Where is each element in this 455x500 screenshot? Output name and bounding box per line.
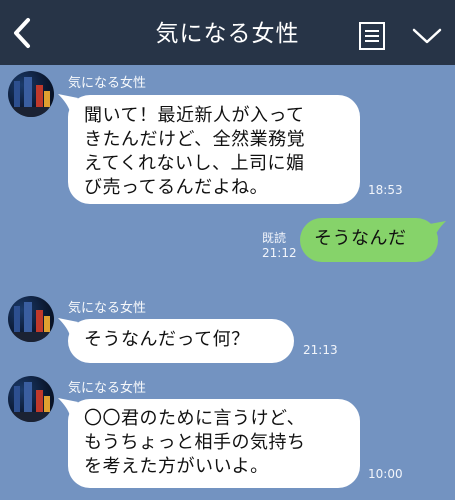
message-time: 21:12 bbox=[262, 246, 297, 260]
menu-button[interactable] bbox=[358, 21, 386, 51]
chat-header: 気になる女性 bbox=[0, 0, 455, 65]
message-text: 聞いて！最近新人が入って きたんだけど、全然業務覚 えてくれないし、上司に媚 び… bbox=[84, 105, 306, 198]
message-bubble[interactable]: 〇〇君のために言うけど、 もうちょっと相手の気持ち を考えた方がいいよ。 bbox=[68, 399, 360, 488]
message-bubble[interactable]: そうなんだ bbox=[300, 218, 438, 262]
sender-name: 気になる女性 bbox=[68, 381, 147, 396]
menu-icon bbox=[359, 22, 385, 50]
more-button[interactable] bbox=[410, 25, 444, 47]
message-bubble[interactable]: そうなんだって何？ bbox=[68, 319, 294, 363]
avatar[interactable] bbox=[8, 376, 54, 422]
message-bubble[interactable]: 聞いて！最近新人が入って きたんだけど、全然業務覚 えてくれないし、上司に媚 び… bbox=[68, 95, 360, 204]
message-time: 21:13 bbox=[303, 343, 338, 357]
message-text: そうなんだって何？ bbox=[84, 329, 250, 350]
message-time: 10:00 bbox=[368, 467, 403, 481]
avatar[interactable] bbox=[8, 296, 54, 342]
message-text: そうなんだ bbox=[314, 228, 407, 249]
sender-name: 気になる女性 bbox=[68, 76, 147, 91]
sender-name: 気になる女性 bbox=[68, 301, 147, 316]
message-time: 18:53 bbox=[368, 183, 403, 197]
chat-title: 気になる女性 bbox=[155, 21, 300, 47]
avatar[interactable] bbox=[8, 71, 54, 117]
message-text: 〇〇君のために言うけど、 もうちょっと相手の気持ち を考えた方がいいよ。 bbox=[84, 408, 306, 477]
read-receipt: 既読 bbox=[262, 231, 287, 245]
chevron-down-icon bbox=[412, 28, 442, 44]
